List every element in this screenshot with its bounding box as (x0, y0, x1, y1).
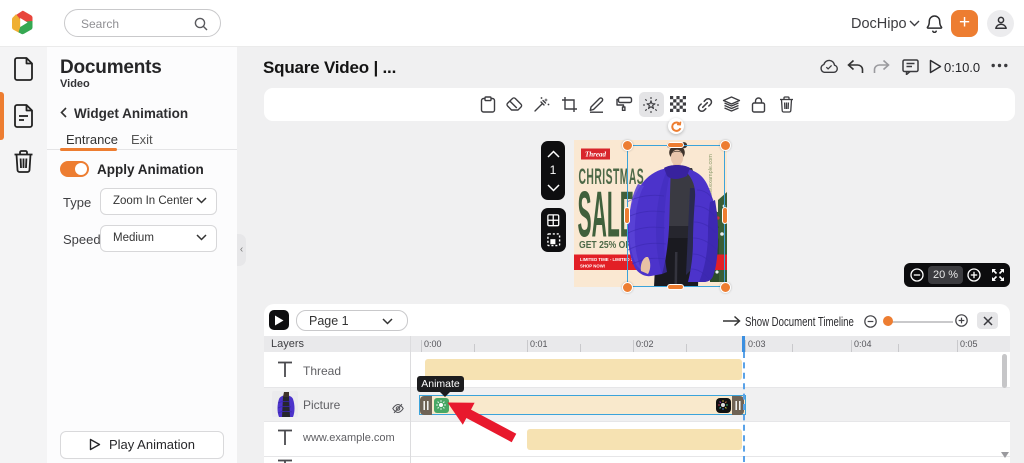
svg-text:Thread: Thread (585, 151, 607, 159)
svg-text:SHOP NOW!: SHOP NOW! (580, 264, 606, 269)
